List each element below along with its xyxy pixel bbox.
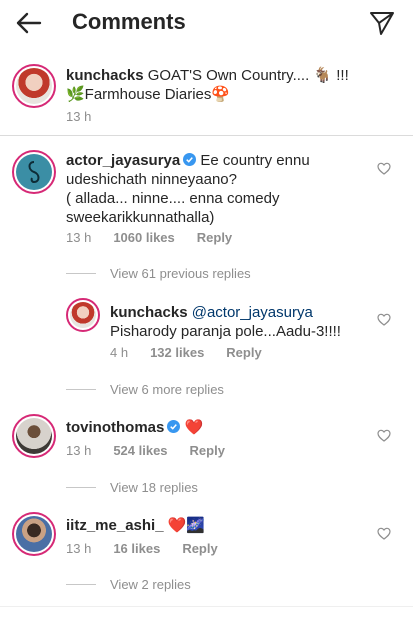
timestamp: 13 h <box>66 230 92 245</box>
view-replies-label: View 2 replies <box>110 577 191 592</box>
likes-count[interactable]: 524 likes <box>113 443 167 458</box>
page-title: Comments <box>72 9 186 34</box>
post-caption: kunchacks GOAT'S Own Country.... 🐐 !!! 🌿… <box>0 56 413 136</box>
reply-text: kunchacks @actor_jayasurya Pisharody par… <box>110 303 380 341</box>
comment-meta: 13 h 524 likes Reply <box>66 443 225 458</box>
divider-line <box>66 389 96 390</box>
reply-button[interactable]: Reply <box>182 541 217 556</box>
verified-badge-icon <box>183 153 197 166</box>
verified-badge-icon <box>167 420 181 433</box>
likes-count[interactable]: 16 likes <box>113 541 160 556</box>
comment-text: iitz_me_ashi_ ❤️🌌 <box>66 516 366 535</box>
comment-line-4: sweekarikkunnathalla) <box>66 209 215 226</box>
username[interactable]: actor_jayasurya <box>66 152 180 169</box>
like-heart-icon[interactable] <box>377 429 391 443</box>
caption-meta: 13 h <box>66 109 91 124</box>
comments-header: Comments <box>0 0 413 46</box>
username[interactable]: kunchacks <box>66 67 144 84</box>
comment-text: actor_jayasurya Ee country ennu udeshich… <box>66 151 366 227</box>
reply-meta: 4 h 132 likes Reply <box>110 345 262 360</box>
like-heart-icon[interactable] <box>377 162 391 176</box>
username[interactable]: kunchacks <box>110 304 188 321</box>
caption-line-2: 🌿Farmhouse Diaries🍄 <box>66 86 231 103</box>
comment-line-1: Ee country ennu <box>200 152 310 169</box>
mention-link[interactable]: @actor_jayasurya <box>192 304 313 321</box>
comment-line-3: ( allada... ninne.... enna comedy <box>66 190 280 207</box>
view-replies-label: View 18 replies <box>110 480 198 495</box>
likes-count[interactable]: 1060 likes <box>113 230 174 245</box>
timestamp: 4 h <box>110 345 129 360</box>
divider-line <box>66 584 96 585</box>
avatar[interactable] <box>12 150 56 194</box>
reply-button[interactable]: Reply <box>226 345 261 360</box>
like-heart-icon[interactable] <box>377 527 391 541</box>
reply-button[interactable]: Reply <box>197 230 232 245</box>
caption-text: kunchacks GOAT'S Own Country.... 🐐 !!! 🌿… <box>66 66 406 104</box>
like-heart-icon[interactable] <box>377 313 391 327</box>
view-replies-label: View 6 more replies <box>110 382 224 397</box>
comment-emoji: ❤️ <box>184 419 204 436</box>
divider-line <box>66 273 96 274</box>
reply-line-2: Pisharody paranja pole...Aadu-3!!!! <box>110 323 341 340</box>
comment-line-2: udeshichath ninneyaano? <box>66 171 237 188</box>
avatar[interactable] <box>12 414 56 458</box>
likes-count[interactable]: 132 likes <box>150 345 204 360</box>
avatar[interactable] <box>66 298 100 332</box>
back-arrow-icon[interactable] <box>14 10 42 36</box>
avatar-graphic-icon <box>28 161 40 183</box>
view-replies-button[interactable]: View 6 more replies <box>66 382 224 397</box>
view-replies-button[interactable]: View 18 replies <box>66 480 198 495</box>
view-replies-button[interactable]: View 2 replies <box>66 577 191 592</box>
divider-line <box>66 487 96 488</box>
comment-emoji: ❤️🌌 <box>167 517 206 534</box>
caption-line-1: GOAT'S Own Country.... 🐐 !!! <box>147 67 349 84</box>
avatar[interactable] <box>12 64 56 108</box>
avatar[interactable] <box>12 512 56 556</box>
username[interactable]: tovinothomas <box>66 419 164 436</box>
timestamp: 13 h <box>66 443 92 458</box>
view-replies-button[interactable]: View 61 previous replies <box>66 266 251 281</box>
comment-text: tovinothomas ❤️ <box>66 418 366 437</box>
reply-button[interactable]: Reply <box>190 443 225 458</box>
username[interactable]: iitz_me_ashi_ <box>66 517 164 534</box>
timestamp: 13 h <box>66 109 92 124</box>
send-icon[interactable] <box>369 10 395 36</box>
bottom-divider <box>0 606 413 620</box>
comment-meta: 13 h 16 likes Reply <box>66 541 218 556</box>
view-replies-label: View 61 previous replies <box>110 266 251 281</box>
comment-meta: 13 h 1060 likes Reply <box>66 230 232 245</box>
timestamp: 13 h <box>66 541 92 556</box>
